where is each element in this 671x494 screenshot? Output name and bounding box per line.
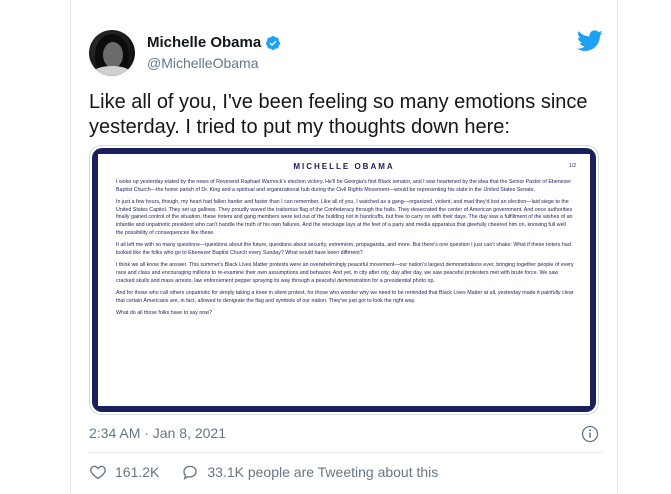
like-count: 161.2K <box>115 464 160 480</box>
letter-paragraph: In just a few hours, though, my heart ha… <box>116 199 573 236</box>
letter-paragraph: I think we all know the answer. This sum… <box>116 262 574 284</box>
tweet-text: Like all of you, I've been feeling so ma… <box>89 91 588 138</box>
speech-bubble-icon <box>183 465 198 480</box>
letter-paragraph: It all left me with so many questions—qu… <box>116 242 571 256</box>
avatar-shoulder <box>93 66 131 76</box>
like-button[interactable]: 161.2K <box>89 463 159 481</box>
tweet-timestamp[interactable]: 2:34 AM · Jan 8, 2021 <box>89 425 226 441</box>
letter-paragraph: What do all those folks have to say now? <box>116 310 212 317</box>
avatar[interactable] <box>89 30 135 76</box>
letter-paragraph: I woke up yesterday elated by the news o… <box>116 179 571 193</box>
display-name[interactable]: Michelle Obama <box>147 34 261 51</box>
name-row: Michelle Obama <box>147 34 281 51</box>
divider <box>89 452 603 453</box>
letter-image[interactable]: MICHELLE OBAMA 1/2 I woke up yesterday e… <box>89 145 599 415</box>
tweet-actions: 161.2K 33.1K people are Tweeting about t… <box>89 463 438 481</box>
letter-frame: MICHELLE OBAMA 1/2 I woke up yesterday e… <box>92 148 596 412</box>
tweet-card: Michelle Obama @MichelleObama Like all o… <box>70 0 618 494</box>
handle[interactable]: @MichelleObama <box>147 55 258 71</box>
twitter-bird-icon[interactable] <box>577 30 603 52</box>
letter-title: MICHELLE OBAMA <box>293 162 395 171</box>
tweet-header: Michelle Obama @MichelleObama <box>89 30 603 80</box>
avatar-face <box>103 42 123 68</box>
letter-page: MICHELLE OBAMA 1/2 I woke up yesterday e… <box>98 154 590 406</box>
tweeting-label: 33.1K people are Tweeting about this <box>207 464 439 480</box>
heart-icon <box>90 465 106 480</box>
verified-badge-icon <box>266 35 281 50</box>
info-icon[interactable] <box>581 425 599 443</box>
tweeting-button[interactable]: 33.1K people are Tweeting about this <box>181 463 438 481</box>
letter-page-number: 1/2 <box>569 163 576 169</box>
letter-paragraph: And for those who call others unpatrioti… <box>116 290 574 304</box>
letter-body: I woke up yesterday elated by the news o… <box>116 179 574 323</box>
